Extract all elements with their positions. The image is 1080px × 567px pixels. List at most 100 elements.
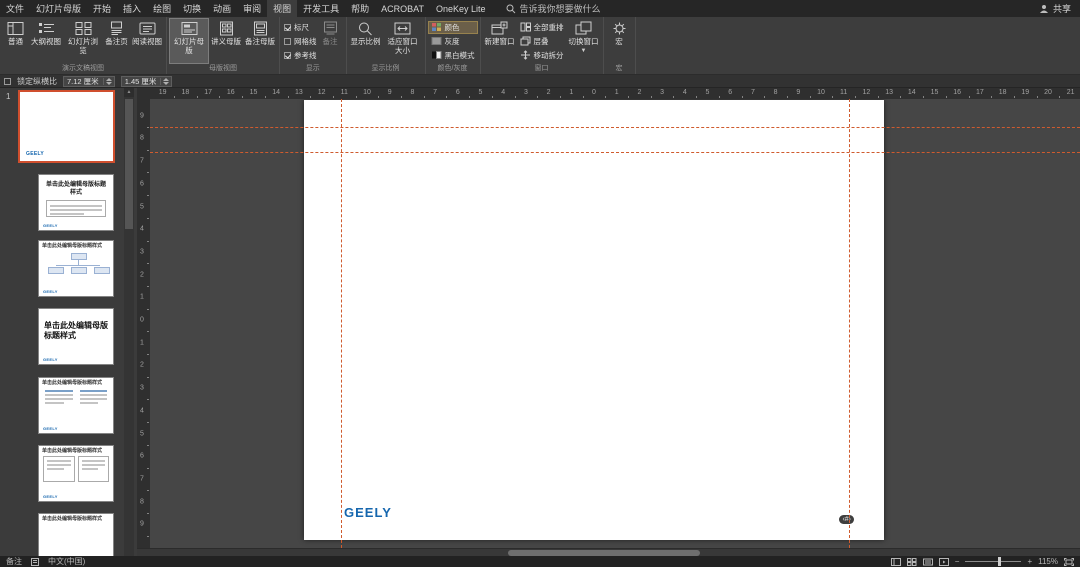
layout-thumbnail-1[interactable]: 单击此处编辑母版标题样式GEELY — [38, 174, 114, 231]
thumbnail-geely-logo: GEELY — [43, 289, 58, 294]
slide-master-icon — [181, 21, 198, 36]
status-slideshow-icon[interactable] — [939, 558, 949, 566]
layout-thumbnail-2[interactable]: 单击此处编辑母版标题样式GEELY — [38, 240, 114, 297]
slide-sorter-icon — [75, 21, 92, 36]
scrollbar-thumb[interactable] — [125, 99, 133, 229]
menu-tab-7[interactable]: 审阅 — [237, 0, 267, 17]
slide-number-placeholder[interactable]: ‹#› — [839, 515, 854, 524]
slide-sorter-button[interactable]: 幻灯片浏览 — [63, 18, 103, 64]
zoom-button[interactable]: 显示比例 — [349, 18, 383, 64]
normal-view-button[interactable]: 普通 — [2, 18, 29, 64]
guide-vertical[interactable] — [849, 99, 850, 548]
color-mode-button[interactable]: 颜色 — [428, 21, 478, 34]
ruler-tick — [991, 96, 992, 98]
switch-windows-button[interactable]: 切换窗口 ▼ — [567, 18, 601, 64]
arrange-all-icon — [520, 22, 531, 32]
thumbnails-scrollbar[interactable]: ▲ — [124, 88, 134, 556]
ruler-number: 6 — [728, 89, 732, 96]
menu-tab-5[interactable]: 切换 — [177, 0, 207, 17]
menu-tab-10[interactable]: 帮助 — [345, 0, 375, 17]
layout-thumbnail-5[interactable]: 单击此处编辑母版标题样式GEELY — [38, 445, 114, 502]
fit-slide-to-window-icon[interactable] — [1064, 558, 1074, 566]
menu-tab-2[interactable]: 开始 — [87, 0, 117, 17]
guide-horizontal[interactable] — [150, 127, 1080, 128]
guide-horizontal[interactable] — [150, 152, 1080, 153]
zoom-slider-knob[interactable] — [998, 557, 1001, 566]
height-stepper[interactable] — [160, 78, 169, 85]
ruler-number: 1 — [615, 89, 619, 96]
ribbon-group-zoom: 显示比例 适应窗口大小 显示比例 — [347, 17, 426, 74]
slide-master-thumbnail[interactable]: GEELY — [18, 90, 115, 163]
guide-vertical[interactable] — [341, 99, 342, 548]
ruler-tick — [719, 96, 720, 98]
thumbnail-columns — [43, 388, 109, 406]
menu-tab-3[interactable]: 插入 — [117, 0, 147, 17]
ruler-tick — [147, 536, 149, 537]
menu-tab-1[interactable]: 幻灯片母版 — [30, 0, 87, 17]
ruler-number: 4 — [501, 89, 505, 96]
notes-toggle[interactable]: 备注 — [6, 556, 22, 567]
thumbnail-title-text: 单击此处编辑母版标题样式 — [39, 321, 113, 342]
titlebar: 文件幻灯片母版开始插入绘图切换动画审阅视图开发工具帮助ACROBATOneKey… — [0, 0, 1080, 17]
zoom-in-button[interactable]: + — [1027, 557, 1032, 566]
layout-thumbnail-6[interactable]: 单击此处编辑母版标题样式GEELY — [38, 513, 114, 556]
zoom-out-button[interactable]: − — [955, 557, 960, 566]
menu-tab-0[interactable]: 文件 — [0, 0, 30, 17]
checkbox-box — [284, 52, 291, 59]
ruler-number: 6 — [140, 453, 144, 460]
move-split-button[interactable]: 移动拆分 — [517, 49, 567, 62]
guides-checkbox[interactable]: 参考线 — [282, 49, 317, 62]
menu-tab-6[interactable]: 动画 — [207, 0, 237, 17]
status-reading-view-icon[interactable] — [923, 558, 933, 566]
notes-master-button[interactable]: 备注母版 — [243, 18, 277, 64]
menu-tab-8[interactable]: 视图 — [267, 0, 297, 17]
ruler-number: 14 — [272, 89, 280, 96]
ruler-number: 0 — [592, 89, 596, 96]
width-stepper[interactable] — [103, 78, 112, 85]
shape-width-field[interactable]: 7.12 厘米 — [63, 76, 115, 87]
ruler-number: 7 — [751, 89, 755, 96]
thumbnail-title-text: 单击此处编辑母版标题样式 — [39, 446, 113, 454]
shape-height-field[interactable]: 1.45 厘米 — [121, 76, 173, 87]
layout-thumbnail-4[interactable]: 单击此处编辑母版标题样式GEELY — [38, 377, 114, 434]
horizontal-scrollbar[interactable] — [137, 548, 1080, 556]
menu-tab-11[interactable]: ACROBAT — [375, 0, 430, 17]
zoom-slider[interactable] — [965, 561, 1021, 562]
status-normal-view-icon[interactable] — [891, 558, 901, 566]
lock-aspect-checkbox[interactable] — [4, 78, 11, 85]
new-window-button[interactable]: 新建窗口 — [483, 18, 517, 64]
arrange-all-button[interactable]: 全部重排 — [517, 21, 567, 34]
handout-master-button[interactable]: 讲义母版 — [209, 18, 243, 64]
menu-tab-9[interactable]: 开发工具 — [297, 0, 345, 17]
notes-button[interactable]: 备注 — [317, 18, 344, 64]
slide-master-button[interactable]: 幻灯片母版 — [169, 18, 209, 64]
share-button[interactable]: 共享 — [1030, 0, 1080, 17]
macros-button[interactable]: 宏 — [606, 18, 633, 64]
cascade-button[interactable]: 层叠 — [517, 35, 567, 48]
notes-page-button[interactable]: 备注页 — [103, 18, 130, 64]
layout-thumbnail-3[interactable]: 单击此处编辑母版标题样式GEELY — [38, 308, 114, 365]
menu-tab-12[interactable]: OneKey Lite — [430, 0, 492, 17]
ruler-tick — [147, 331, 149, 332]
menu-tab-4[interactable]: 绘图 — [147, 0, 177, 17]
ruler-number: 9 — [388, 89, 392, 96]
vertical-ruler[interactable]: 9876543210123456789 — [137, 99, 150, 548]
zoom-percentage[interactable]: 115% — [1038, 557, 1058, 566]
reading-view-button[interactable]: 阅读视图 — [130, 18, 164, 64]
horizontal-ruler[interactable]: 1918171615141312111098765432101234567891… — [150, 88, 1080, 99]
black-white-button[interactable]: 黑白模式 — [428, 49, 478, 62]
gridlines-checkbox[interactable]: 网格线 — [282, 35, 317, 48]
slide-master-editing-surface[interactable]: GEELY ‹#› — [304, 100, 884, 540]
ruler-number: 2 — [140, 271, 144, 278]
scroll-up-arrow-icon[interactable]: ▲ — [124, 88, 134, 97]
fit-to-window-button[interactable]: 适应窗口大小 — [383, 18, 423, 64]
ruler-checkbox[interactable]: 标尺 — [282, 21, 317, 34]
ruler-number: 1 — [140, 294, 144, 301]
grayscale-button[interactable]: 灰度 — [428, 35, 478, 48]
ruler-number: 13 — [295, 89, 303, 96]
language-indicator[interactable]: 中文(中国) — [48, 556, 85, 567]
tellme-box[interactable]: 告诉我你想要做什么 — [506, 0, 601, 17]
status-slide-sorter-icon[interactable] — [907, 558, 917, 566]
cascade-icon — [520, 36, 531, 46]
outline-view-button[interactable]: 大纲视图 — [29, 18, 63, 64]
